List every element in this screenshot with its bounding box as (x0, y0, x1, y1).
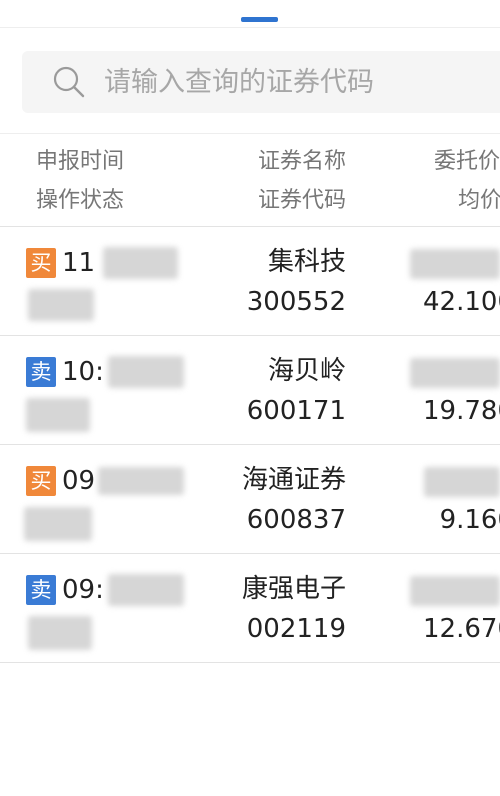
top-divider (0, 27, 500, 28)
order-list: 买 11 集科技 300552 42.100 卖 10: 海贝岭 600171 … (0, 227, 500, 663)
header-declare-time: 申报时间 (36, 149, 125, 174)
table-row[interactable]: 买 09 海通证券 600837 9.160 (0, 445, 500, 554)
avg-price-cell: 9.160 (400, 503, 500, 537)
table-row[interactable]: 卖 09: 康强电子 002119 12.670 (0, 554, 500, 663)
security-name: 海贝岭 (267, 356, 346, 386)
redacted-order-price (410, 358, 500, 388)
security-code: 600837 (246, 505, 346, 535)
search-bar[interactable] (22, 51, 500, 113)
buy-badge: 买 (26, 248, 56, 278)
avg-price-cell: 12.670 (400, 612, 500, 646)
avg-price: 12.670 (423, 614, 500, 644)
security-code: 002119 (246, 614, 346, 644)
order-time: 10: (62, 357, 104, 387)
avg-price: 9.160 (439, 505, 500, 535)
order-time: 11 (62, 248, 96, 278)
header-order-price: 委托价 (434, 149, 500, 174)
header-operation-status: 操作状态 (36, 188, 125, 213)
redacted-time (98, 467, 184, 495)
redacted-status (28, 616, 92, 650)
avg-price-cell: 42.100 (400, 285, 500, 319)
security-code: 600171 (246, 396, 346, 426)
order-time: 09: (62, 575, 104, 605)
redacted-order-price (410, 576, 500, 606)
avg-price-cell: 19.780 (400, 394, 500, 428)
redacted-status (26, 398, 90, 432)
redacted-status (24, 507, 92, 541)
header-avg-price: 均价 (458, 188, 500, 213)
sell-badge: 卖 (26, 357, 56, 387)
buy-badge: 买 (26, 466, 56, 496)
redacted-status (28, 289, 94, 321)
avg-price: 42.100 (423, 287, 500, 317)
redacted-time (108, 574, 184, 606)
redacted-time (108, 356, 184, 388)
header-security-name: 证券名称 (257, 149, 346, 174)
table-row[interactable]: 买 11 集科技 300552 42.100 (0, 227, 500, 336)
search-input[interactable] (104, 59, 484, 105)
table-row[interactable]: 卖 10: 海贝岭 600171 19.780 (0, 336, 500, 445)
security-name: 集科技 (267, 247, 346, 277)
redacted-order-price (424, 467, 500, 497)
order-time: 09 (62, 466, 96, 496)
header-security-code: 证券代码 (257, 188, 346, 213)
security-name: 康强电子 (241, 574, 346, 604)
table-header: 申报时间 操作状态 证券名称 证券代码 委托价 均价 (0, 134, 500, 227)
redacted-order-price (410, 249, 500, 279)
redacted-time (103, 247, 178, 279)
security-code: 300552 (246, 287, 346, 317)
active-tab-indicator (241, 17, 278, 22)
security-name: 海通证券 (241, 465, 346, 495)
search-icon (53, 66, 85, 98)
avg-price: 19.780 (423, 396, 500, 426)
sell-badge: 卖 (26, 575, 56, 605)
